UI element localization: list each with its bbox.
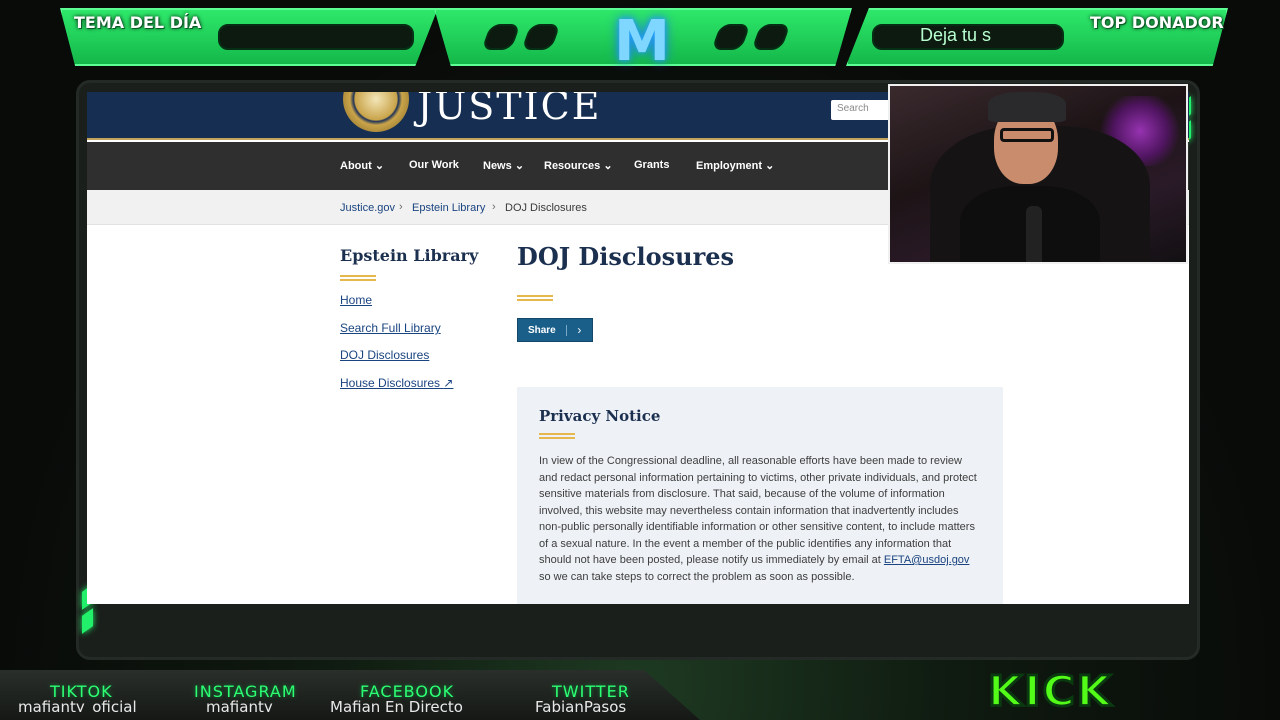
chevron-right-icon: › bbox=[399, 201, 403, 213]
nav-resources[interactable]: Resources ⌄ bbox=[544, 159, 613, 172]
chevron-down-icon: ⌄ bbox=[603, 160, 613, 172]
privacy-title: Privacy Notice bbox=[539, 407, 661, 425]
breadcrumb-epstein-library[interactable]: Epstein Library bbox=[412, 202, 485, 214]
microphone bbox=[1026, 206, 1042, 262]
social-tiktok-handle: mafianty_oficial bbox=[18, 698, 137, 712]
nav-about[interactable]: About ⌄ bbox=[340, 159, 384, 172]
topic-label: TEMA DEL DÍA bbox=[74, 13, 202, 32]
nav-grants[interactable]: Grants bbox=[634, 159, 669, 171]
privacy-notice: Privacy Notice In view of the Congressio… bbox=[517, 387, 1003, 604]
social-facebook-handle: Mafian En Directo bbox=[330, 698, 463, 712]
streamer-glasses bbox=[1000, 128, 1054, 142]
sidebar-link-home[interactable]: Home bbox=[340, 293, 372, 307]
chevron-right-icon: › bbox=[577, 323, 582, 337]
social-instagram-handle: mafianty bbox=[206, 698, 273, 712]
nav-our-work[interactable]: Our Work bbox=[409, 159, 459, 171]
chevron-down-icon: ⌄ bbox=[374, 160, 385, 172]
channel-logo: M bbox=[614, 8, 670, 74]
sidebar-title: Epstein Library bbox=[340, 246, 479, 265]
breadcrumb-justice[interactable]: Justice.gov bbox=[340, 202, 395, 214]
kick-logo: KICK bbox=[987, 666, 1113, 717]
donor-ticker: Deja tu s bbox=[920, 25, 992, 45]
webcam-feed bbox=[888, 84, 1188, 264]
email-link[interactable]: EFTA@usdoj.gov bbox=[884, 554, 970, 566]
sidebar-link-house-disclosures[interactable]: House Disclosures ↗ bbox=[340, 376, 453, 390]
streamer-cap bbox=[988, 92, 1066, 122]
gold-rule bbox=[517, 295, 553, 297]
gold-rule bbox=[340, 275, 376, 277]
privacy-body: In view of the Congressional deadline, a… bbox=[539, 455, 977, 583]
sidebar-link-doj-disclosures[interactable]: DOJ Disclosures bbox=[340, 348, 429, 362]
topic-slot bbox=[218, 24, 414, 50]
chevron-down-icon: ⌄ bbox=[765, 160, 775, 172]
page-title: DOJ Disclosures bbox=[517, 242, 734, 271]
social-twitter-handle: FabianPasos bbox=[535, 698, 627, 712]
breadcrumb-current: DOJ Disclosures bbox=[505, 202, 587, 214]
top-donor-label: TOP DONADOR bbox=[1090, 13, 1224, 32]
nav-employment[interactable]: Employment ⌄ bbox=[696, 159, 774, 172]
nav-news[interactable]: News ⌄ bbox=[483, 159, 524, 172]
chevron-right-icon: › bbox=[492, 201, 496, 213]
share-button[interactable]: Share › bbox=[517, 318, 593, 342]
chevron-down-icon: ⌄ bbox=[514, 160, 525, 172]
site-header-word: JUSTICE bbox=[417, 92, 602, 128]
sidebar-link-search[interactable]: Search Full Library bbox=[340, 321, 441, 335]
share-label: Share bbox=[518, 324, 567, 336]
doj-seal-icon bbox=[343, 92, 409, 132]
gold-rule bbox=[539, 433, 575, 435]
external-link-icon: ↗ bbox=[443, 376, 454, 390]
